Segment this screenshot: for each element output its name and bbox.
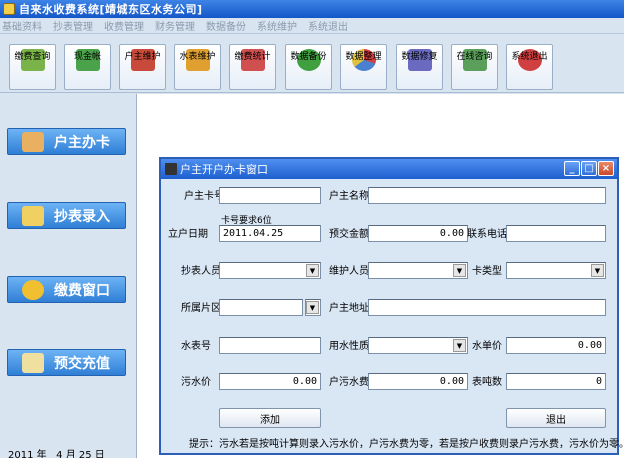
water-type-select[interactable]: ▼	[368, 337, 468, 354]
chevron-down-icon[interactable]: ▼	[591, 264, 604, 277]
label-phone: 联系电话	[467, 229, 507, 240]
label-owner-name: 户主名称	[329, 191, 369, 202]
prepay-amount-input[interactable]: 0.00	[368, 225, 468, 242]
meter-no-input[interactable]	[219, 337, 321, 354]
area-dropdown[interactable]: ▼	[305, 299, 321, 316]
toolbar-cash-account-button[interactable]: 现金帐	[64, 44, 111, 90]
toolbar: 缴费查询 现金帐 户主维护 水表维护 缴费统计 数据备份 数据整理 数据修复 在…	[0, 35, 624, 93]
minimize-button[interactable]: _	[564, 161, 580, 176]
toolbar-data-organize-button[interactable]: 数据整理	[340, 44, 387, 90]
menu-basic-data[interactable]: 基础资料	[2, 18, 42, 33]
label-address: 户主地址	[329, 303, 369, 314]
dialog-title: 户主开户办卡窗口	[180, 163, 268, 176]
label-maintainer: 维护人员	[329, 266, 369, 277]
dialog-app-icon	[165, 163, 177, 175]
tonnage-input[interactable]: 0	[506, 373, 606, 390]
chevron-down-icon[interactable]: ▼	[453, 264, 466, 277]
sidebar-owner-card-button[interactable]: 户主办卡	[7, 128, 126, 155]
card-no-input[interactable]	[219, 187, 321, 204]
toolbar-online-consult-button[interactable]: 在线咨询	[451, 44, 498, 90]
toolbar-owner-maintenance-button[interactable]: 户主维护	[119, 44, 166, 90]
label-card-no: 户主卡号	[184, 191, 224, 202]
menu-billing-management[interactable]: 收费管理	[104, 18, 144, 33]
left-panel: 户主办卡 抄表录入 缴费窗口 预交充值 2011 年 4 月 25 日	[0, 94, 136, 458]
status-date: 2011 年 4 月 25 日	[8, 450, 105, 458]
window-title: 自来水收费系统[靖城东区水务公司]	[19, 3, 203, 16]
sewage-price-input[interactable]: 0.00	[219, 373, 321, 390]
toolbar-system-exit-button[interactable]: 系统退出	[506, 44, 553, 90]
label-owner-sewage: 户污水费	[329, 377, 369, 388]
add-button[interactable]: 添加	[219, 408, 321, 428]
chevron-down-icon[interactable]: ▼	[453, 339, 466, 352]
meter-entry-icon	[22, 205, 44, 226]
label-meter-no: 水表号	[181, 341, 211, 352]
toolbar-data-repair-button[interactable]: 数据修复	[396, 44, 443, 90]
label-prepay: 预交金额	[329, 229, 369, 240]
prepay-icon	[22, 352, 44, 373]
app-icon	[3, 3, 15, 15]
dialog-title-bar: 户主开户办卡窗口	[161, 159, 617, 179]
card-user-icon	[22, 131, 44, 152]
owner-name-input[interactable]	[368, 187, 606, 204]
area-input[interactable]	[219, 299, 303, 316]
sidebar-meter-entry-button[interactable]: 抄表录入	[7, 202, 126, 229]
menu-finance-management[interactable]: 财务管理	[155, 18, 195, 33]
close-button[interactable]: ×	[598, 161, 614, 176]
sidebar-prepay-button[interactable]: 预交充值	[7, 349, 126, 376]
toolbar-payment-query-button[interactable]: 缴费查询	[9, 44, 56, 90]
toolbar-data-backup-button[interactable]: 数据备份	[285, 44, 332, 90]
label-water-type: 用水性质	[329, 341, 369, 352]
label-reader: 抄表人员	[181, 266, 221, 277]
label-tonnage: 表吨数	[472, 377, 502, 388]
label-sewage-price: 污水价	[181, 377, 211, 388]
card-type-select[interactable]: ▼	[506, 262, 606, 279]
window-title-bar: 自来水收费系统[靖城东区水务公司]	[0, 0, 624, 18]
menu-system-exit[interactable]: 系统退出	[308, 18, 348, 33]
menu-bar: 基础资料 抄表管理 收费管理 财务管理 数据备份 系统维护 系统退出	[0, 18, 624, 34]
address-input[interactable]	[368, 299, 606, 316]
label-water-price: 水单价	[472, 341, 502, 352]
exit-button[interactable]: 退出	[506, 408, 606, 428]
toolbar-payment-stats-button[interactable]: 缴费统计	[229, 44, 276, 90]
sidebar-payment-window-button[interactable]: 缴费窗口	[7, 276, 126, 303]
chevron-down-icon[interactable]: ▼	[306, 264, 319, 277]
menu-data-backup[interactable]: 数据备份	[206, 18, 246, 33]
chevron-down-icon[interactable]: ▼	[306, 301, 319, 314]
open-account-dialog: 户主开户办卡窗口 _ □ × 户主卡号 户主名称 卡号要求6位 立户日期 201…	[159, 157, 624, 455]
label-card-type: 卡类型	[472, 266, 502, 277]
phone-input[interactable]	[506, 225, 606, 242]
reader-select[interactable]: ▼	[219, 262, 321, 279]
maximize-button[interactable]: □	[581, 161, 597, 176]
label-open-date: 立户日期	[168, 229, 208, 240]
open-date-input[interactable]: 2011.04.25	[219, 225, 321, 242]
toolbar-meter-maintenance-button[interactable]: 水表维护	[174, 44, 221, 90]
menu-system-maintenance[interactable]: 系统维护	[257, 18, 297, 33]
owner-sewage-input[interactable]: 0.00	[368, 373, 468, 390]
water-price-input[interactable]: 0.00	[506, 337, 606, 354]
label-area: 所属片区	[181, 303, 221, 314]
maintainer-select[interactable]: ▼	[368, 262, 468, 279]
menu-meter-management[interactable]: 抄表管理	[53, 18, 93, 33]
dialog-hint: 提示：污水若是按吨计算则录入污水价，户污水费为零，若是按户收费则录户污水费，污水…	[189, 439, 624, 450]
coins-icon	[22, 279, 44, 300]
